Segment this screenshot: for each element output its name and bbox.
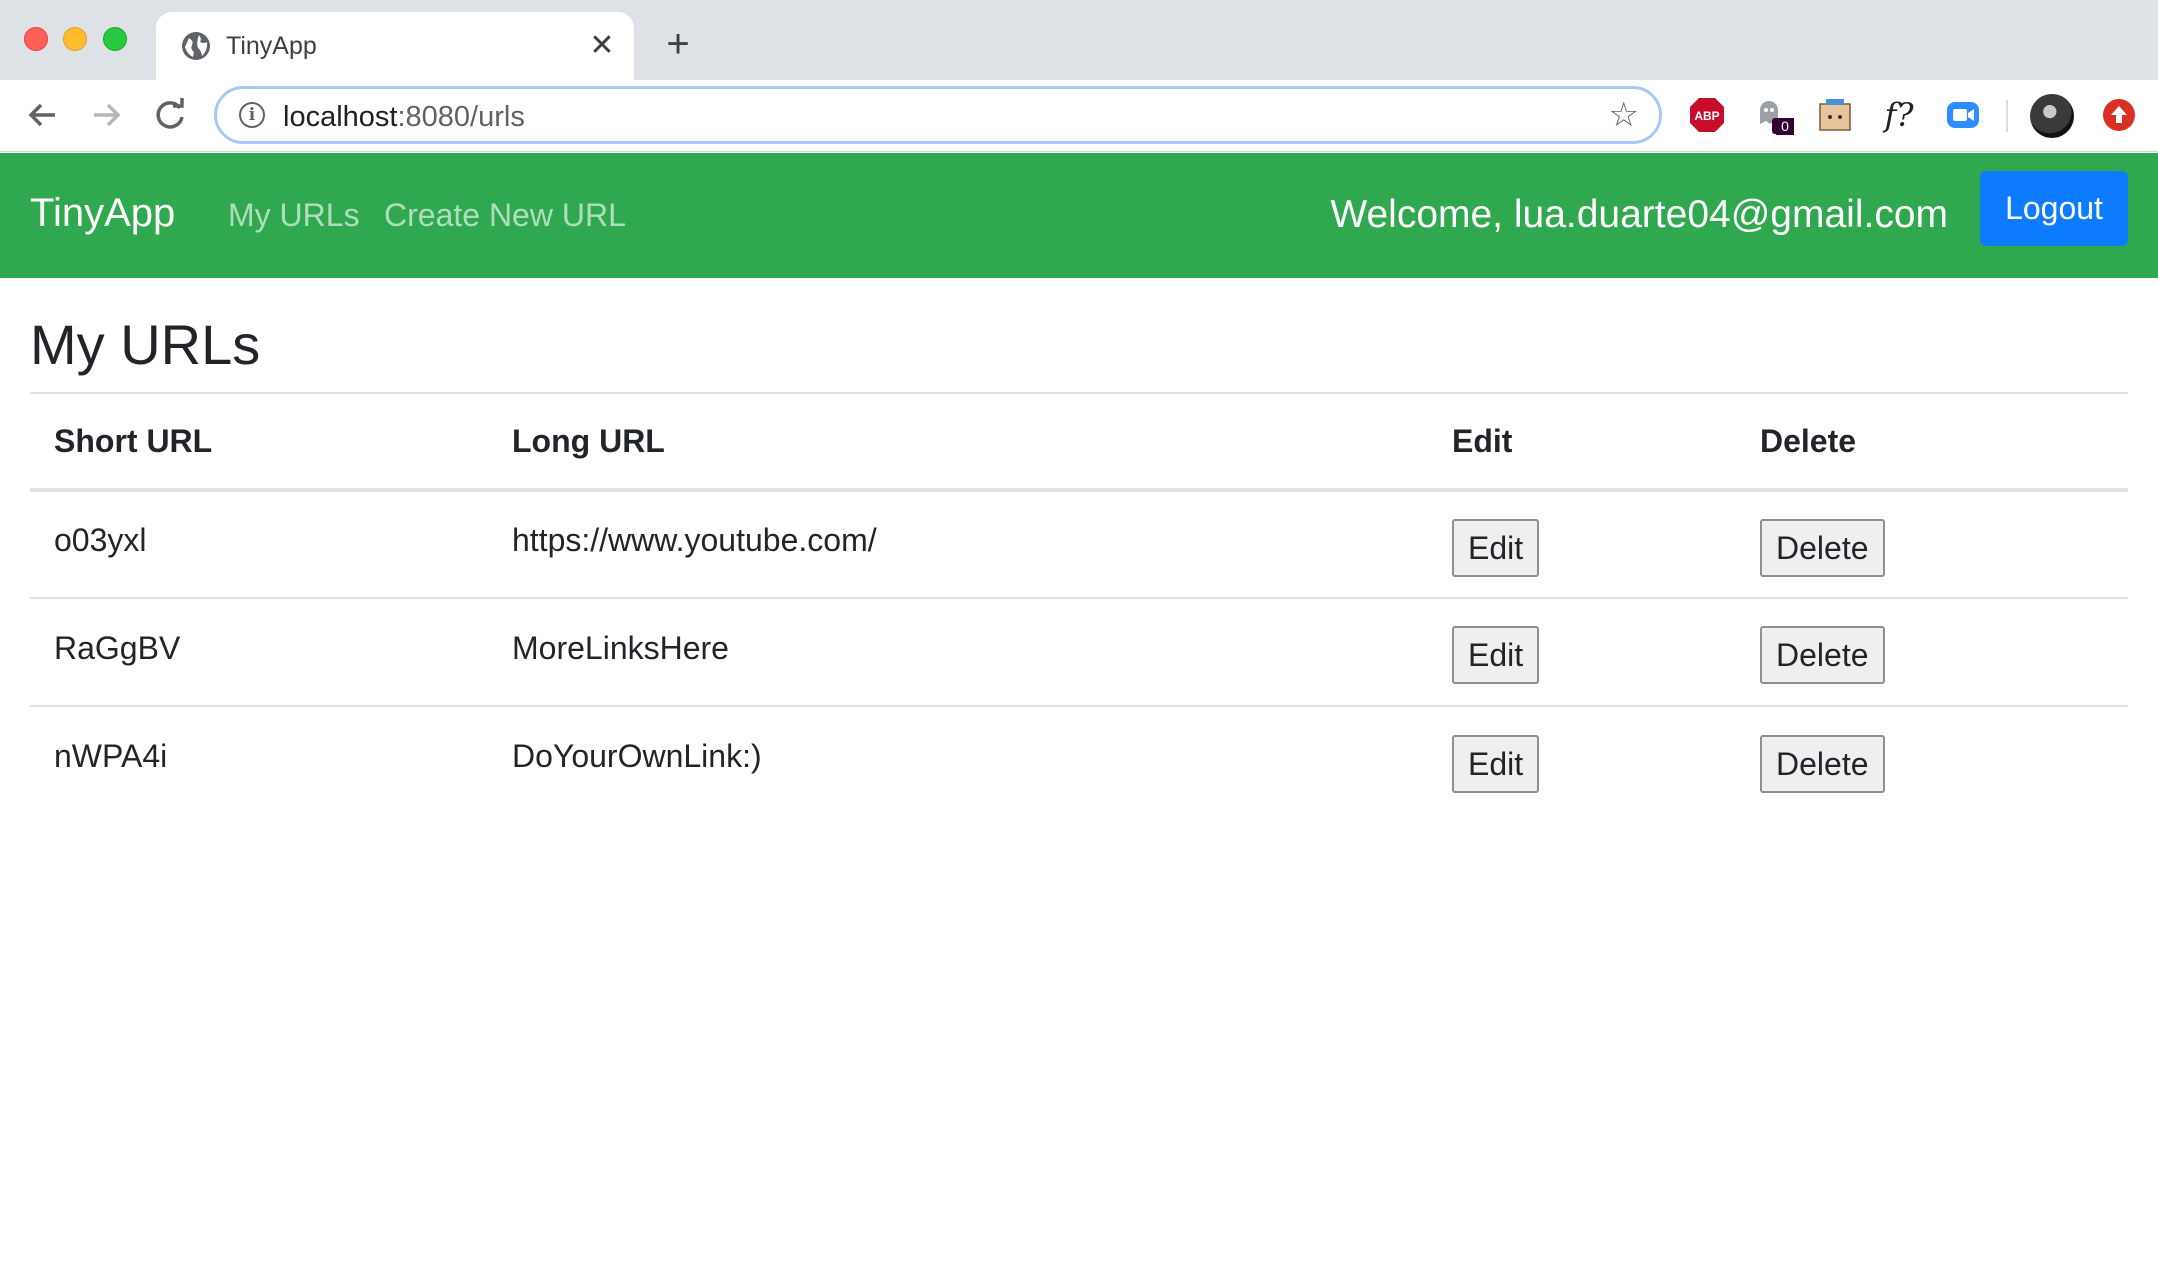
welcome-text: Welcome, lua.duarte04@gmail.com: [1330, 193, 1948, 236]
long-url-cell: MoreLinksHere: [488, 598, 1428, 707]
profile-avatar[interactable]: [2030, 94, 2074, 138]
short-url-cell: o03yxl: [30, 490, 488, 599]
logout-button[interactable]: Logout: [1980, 171, 2128, 246]
brand-link[interactable]: TinyApp: [30, 191, 175, 236]
bookmark-star-icon[interactable]: ☆: [1609, 95, 1639, 135]
close-window-button[interactable]: [24, 27, 48, 51]
delete-button[interactable]: Delete: [1760, 734, 1885, 793]
adblock-icon[interactable]: ABP: [1688, 96, 1726, 134]
edit-cell: Edit: [1428, 490, 1736, 599]
browser-tab[interactable]: TinyApp ✕: [156, 12, 634, 80]
delete-cell: Delete: [1736, 706, 2128, 814]
zoom-video-icon[interactable]: [1944, 96, 1982, 134]
extension-box-icon[interactable]: [1816, 96, 1854, 134]
edit-button[interactable]: Edit: [1452, 734, 1540, 793]
edit-cell: Edit: [1428, 598, 1736, 707]
globe-icon: [182, 32, 210, 60]
long-url: DoYourOwnLink:): [512, 738, 762, 774]
table-row: nWPA4i DoYourOwnLink:) Edit Delete: [30, 706, 2128, 814]
address-bar[interactable]: i localhost:8080/urls ☆: [214, 86, 1662, 144]
long-url: MoreLinksHere: [512, 629, 729, 666]
nav-my-urls[interactable]: My URLs: [228, 197, 360, 234]
maximize-window-button[interactable]: [103, 27, 127, 51]
new-tab-button[interactable]: +: [660, 24, 696, 64]
forward-arrow-icon[interactable]: [85, 94, 127, 136]
long-url-cell: https://www.youtube.com/: [488, 490, 1428, 599]
header-delete: Delete: [1736, 394, 2128, 492]
short-url: nWPA4i: [54, 738, 168, 774]
table-row: RaGgBV MoreLinksHere Edit Delete: [30, 598, 2128, 707]
header-short-url: Short URL: [30, 394, 488, 492]
long-url-cell: DoYourOwnLink:): [488, 706, 1428, 814]
table-row: o03yxl https://www.youtube.com/ Edit Del…: [30, 490, 2128, 599]
tab-title: TinyApp: [226, 32, 317, 60]
header-long-url: Long URL: [488, 394, 1428, 492]
urls-table: Short URL Long URL Edit Delete o03yxl ht…: [30, 394, 2128, 814]
nav-create-new-url[interactable]: Create New URL: [384, 197, 626, 234]
long-url: https://www.youtube.com/: [512, 522, 877, 558]
back-arrow-icon[interactable]: [22, 94, 64, 136]
browser-chrome: TinyApp ✕ + i localhost:8080/urls ☆ ABP: [0, 0, 2158, 152]
delete-button[interactable]: Delete: [1760, 518, 1885, 577]
short-url-cell: nWPA4i: [30, 706, 488, 814]
header-edit: Edit: [1428, 394, 1736, 492]
short-url: RaGgBV: [54, 629, 181, 666]
toolbar-separator: [2006, 100, 2008, 132]
delete-cell: Delete: [1736, 490, 2128, 599]
delete-cell: Delete: [1736, 598, 2128, 707]
update-arrow-icon[interactable]: [2100, 96, 2138, 134]
app-navbar: TinyApp My URLs Create New URL Welcome, …: [0, 153, 2158, 278]
reload-icon[interactable]: [149, 94, 191, 136]
url-path: :8080/urls: [397, 101, 525, 133]
edit-cell: Edit: [1428, 706, 1736, 814]
table-header-row: Short URL Long URL Edit Delete: [30, 394, 2128, 492]
info-icon[interactable]: i: [239, 102, 265, 128]
browser-toolbar: i localhost:8080/urls ☆ ABP f?: [0, 80, 2158, 152]
minimize-window-button[interactable]: [63, 27, 87, 51]
edit-button[interactable]: Edit: [1452, 518, 1540, 577]
ghostery-badge: 0: [1776, 118, 1794, 135]
close-icon[interactable]: ✕: [584, 28, 620, 64]
short-url: o03yxl: [54, 522, 147, 558]
short-url-cell: RaGgBV: [30, 598, 488, 707]
url-text[interactable]: localhost:8080/urls: [283, 101, 525, 134]
delete-button[interactable]: Delete: [1760, 626, 1885, 684]
url-host: localhost: [283, 101, 398, 133]
edit-button[interactable]: Edit: [1452, 626, 1540, 684]
font-checker-icon[interactable]: f?: [1880, 96, 1918, 134]
page-title: My URLs: [30, 313, 261, 376]
svg-text:ABP: ABP: [1694, 109, 1719, 123]
